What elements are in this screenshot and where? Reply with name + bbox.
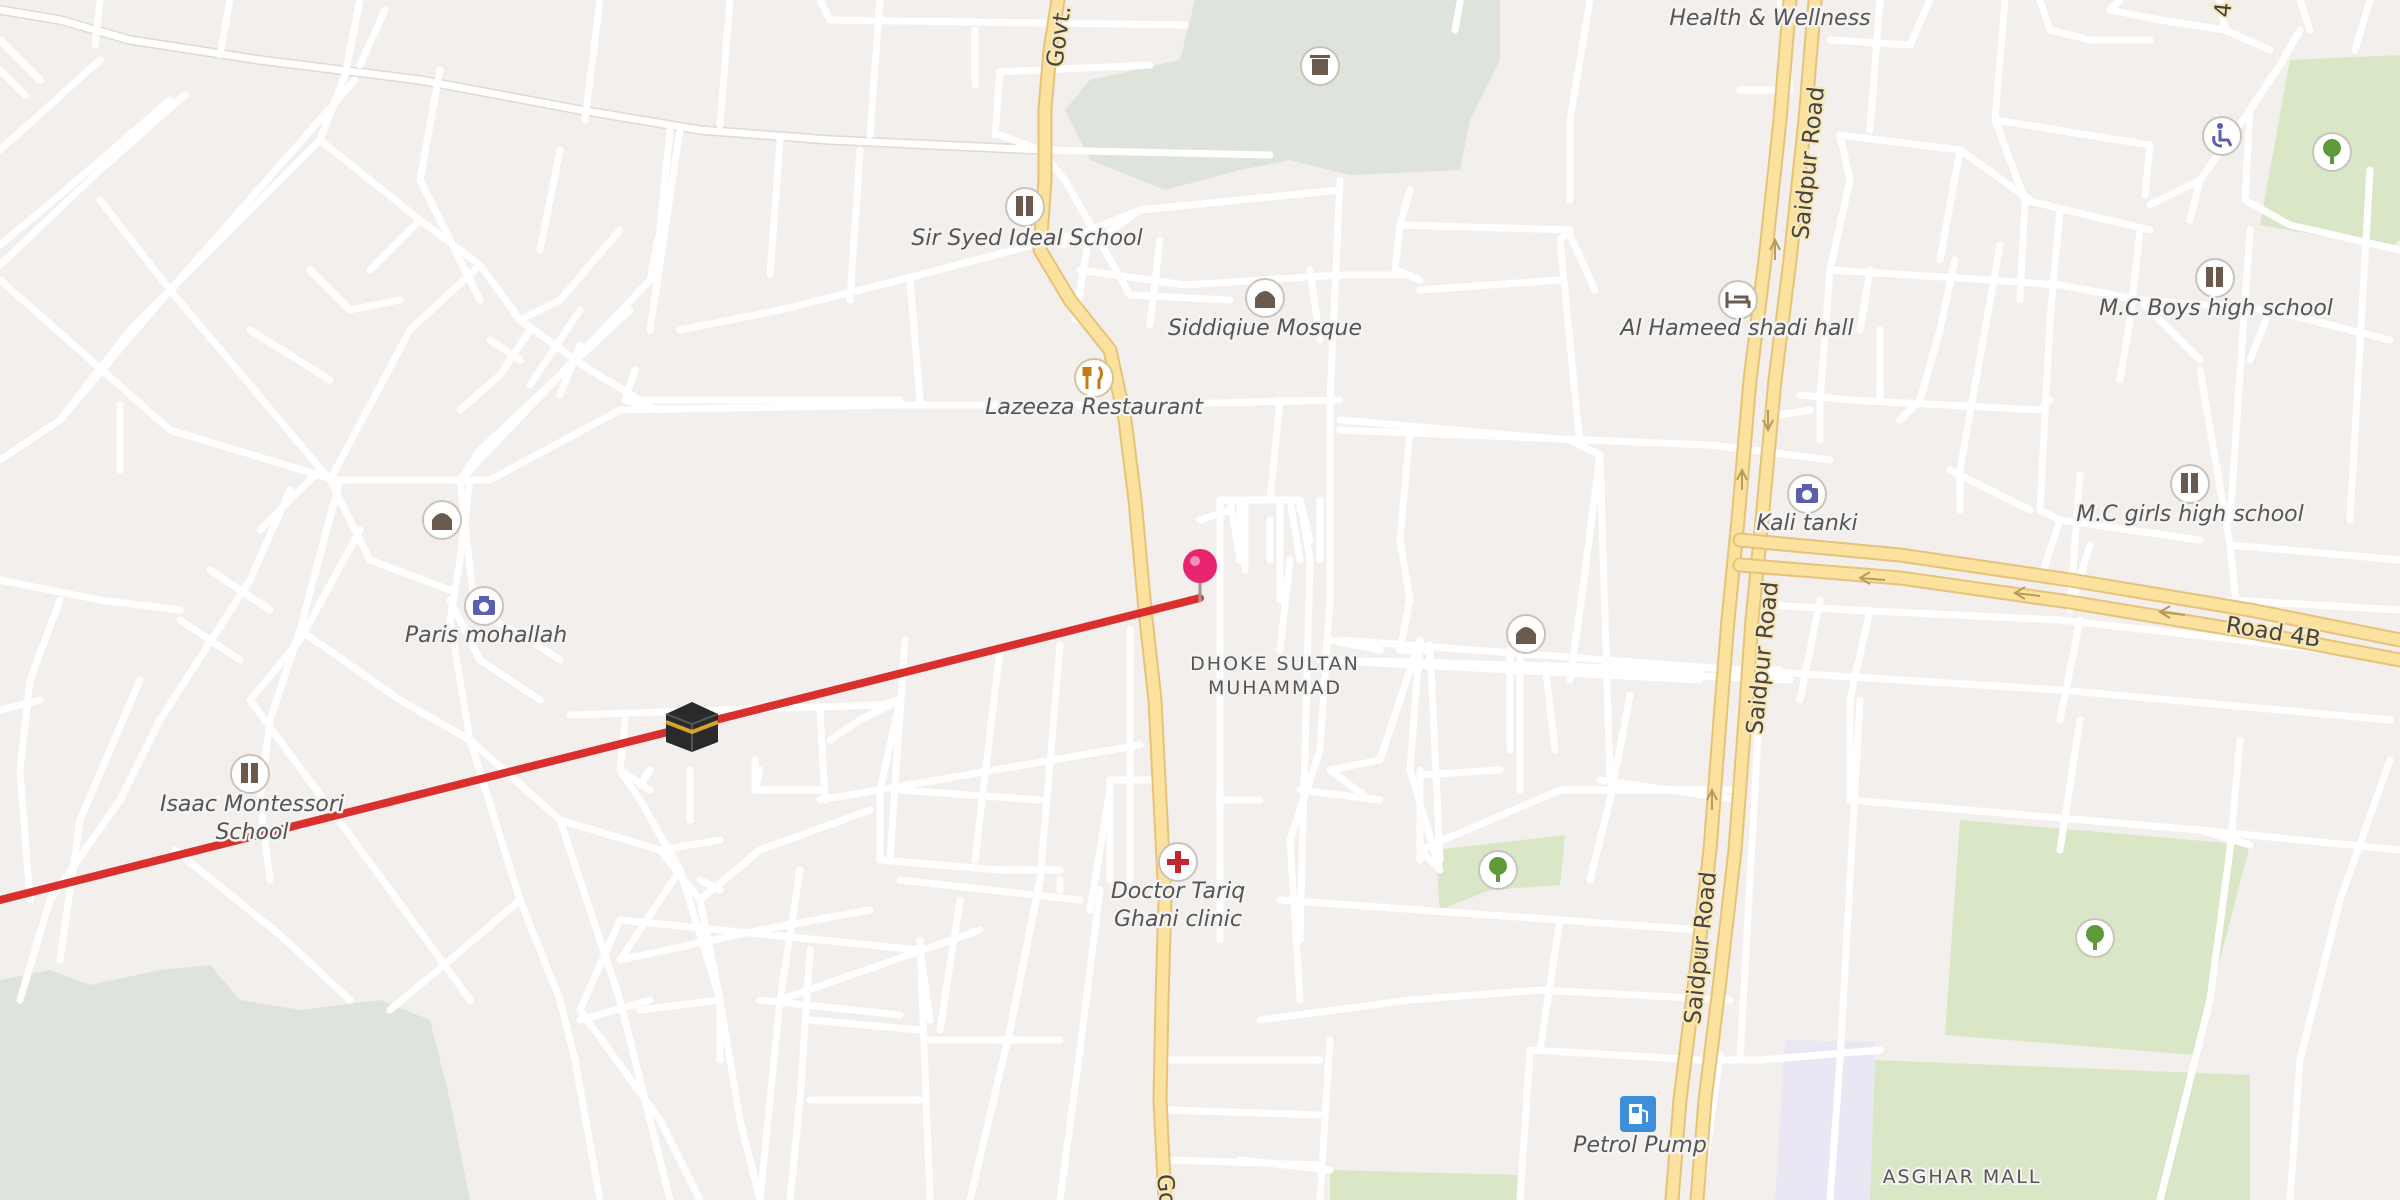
label-sir-syed-school: Sir Syed Ideal School (911, 226, 1142, 251)
label-petrol-pump: Petrol Pump (1573, 1133, 1707, 1158)
area-label-asghar-mall: ASGHAR MALL (1883, 1166, 2042, 1188)
school-icon[interactable] (2195, 258, 2235, 298)
label-mc-girls: M.C girls high school (2076, 502, 2304, 527)
label-kali-tanki: Kali tanki (1756, 511, 1857, 536)
trash-icon[interactable] (1300, 46, 1340, 86)
map-canvas[interactable]: Govt. Go Saidpur Road Saidpur Road Saidp… (0, 0, 2400, 1200)
label-health: Health & Wellness (1669, 6, 1870, 31)
clinic-icon[interactable] (1158, 842, 1198, 882)
mall-area (1775, 1040, 1875, 1200)
mosque-icon[interactable] (1506, 614, 1546, 654)
tree-icon[interactable] (1478, 850, 1518, 890)
road-label-4-top: 4 (2210, 1, 2237, 18)
school-icon[interactable] (230, 754, 270, 794)
camera-icon[interactable] (464, 586, 504, 626)
area-label-dhoke-2: MUHAMMAD (1208, 677, 1342, 699)
wheelchair-icon[interactable] (2202, 116, 2242, 156)
tree-icon[interactable] (2075, 918, 2115, 958)
label-lazeeza-restaurant: Lazeeza Restaurant (985, 395, 1204, 420)
restaurant-icon[interactable] (1074, 358, 1114, 398)
road-label-govt-bottom: Go (1151, 1173, 1180, 1200)
label-paris-mohallah: Paris mohallah (405, 623, 567, 648)
label-clinic-1: Doctor Tariq (1111, 879, 1245, 904)
hotel-icon[interactable] (1718, 280, 1758, 320)
area-label-dhoke-1: DHOKE SULTAN (1190, 653, 1360, 675)
tree-icon[interactable] (2312, 132, 2352, 172)
camera-icon[interactable] (1787, 474, 1827, 514)
fuel-icon[interactable] (1620, 1096, 1656, 1132)
label-isaac-1: Isaac Montessori (160, 792, 344, 817)
school-icon[interactable] (1005, 187, 1045, 227)
label-clinic-2: Ghani clinic (1114, 907, 1242, 932)
label-mc-boys: M.C Boys high school (2099, 296, 2333, 321)
mosque-icon[interactable] (1245, 278, 1285, 318)
label-siddiqiue-mosque: Siddiqiue Mosque (1168, 316, 1362, 341)
label-isaac-2: School (215, 820, 288, 845)
label-al-hameed: Al Hameed shadi hall (1618, 316, 1853, 341)
school-icon[interactable] (2170, 464, 2210, 504)
park-bottom-middle (1330, 1170, 1520, 1200)
mosque-icon[interactable] (422, 500, 462, 540)
